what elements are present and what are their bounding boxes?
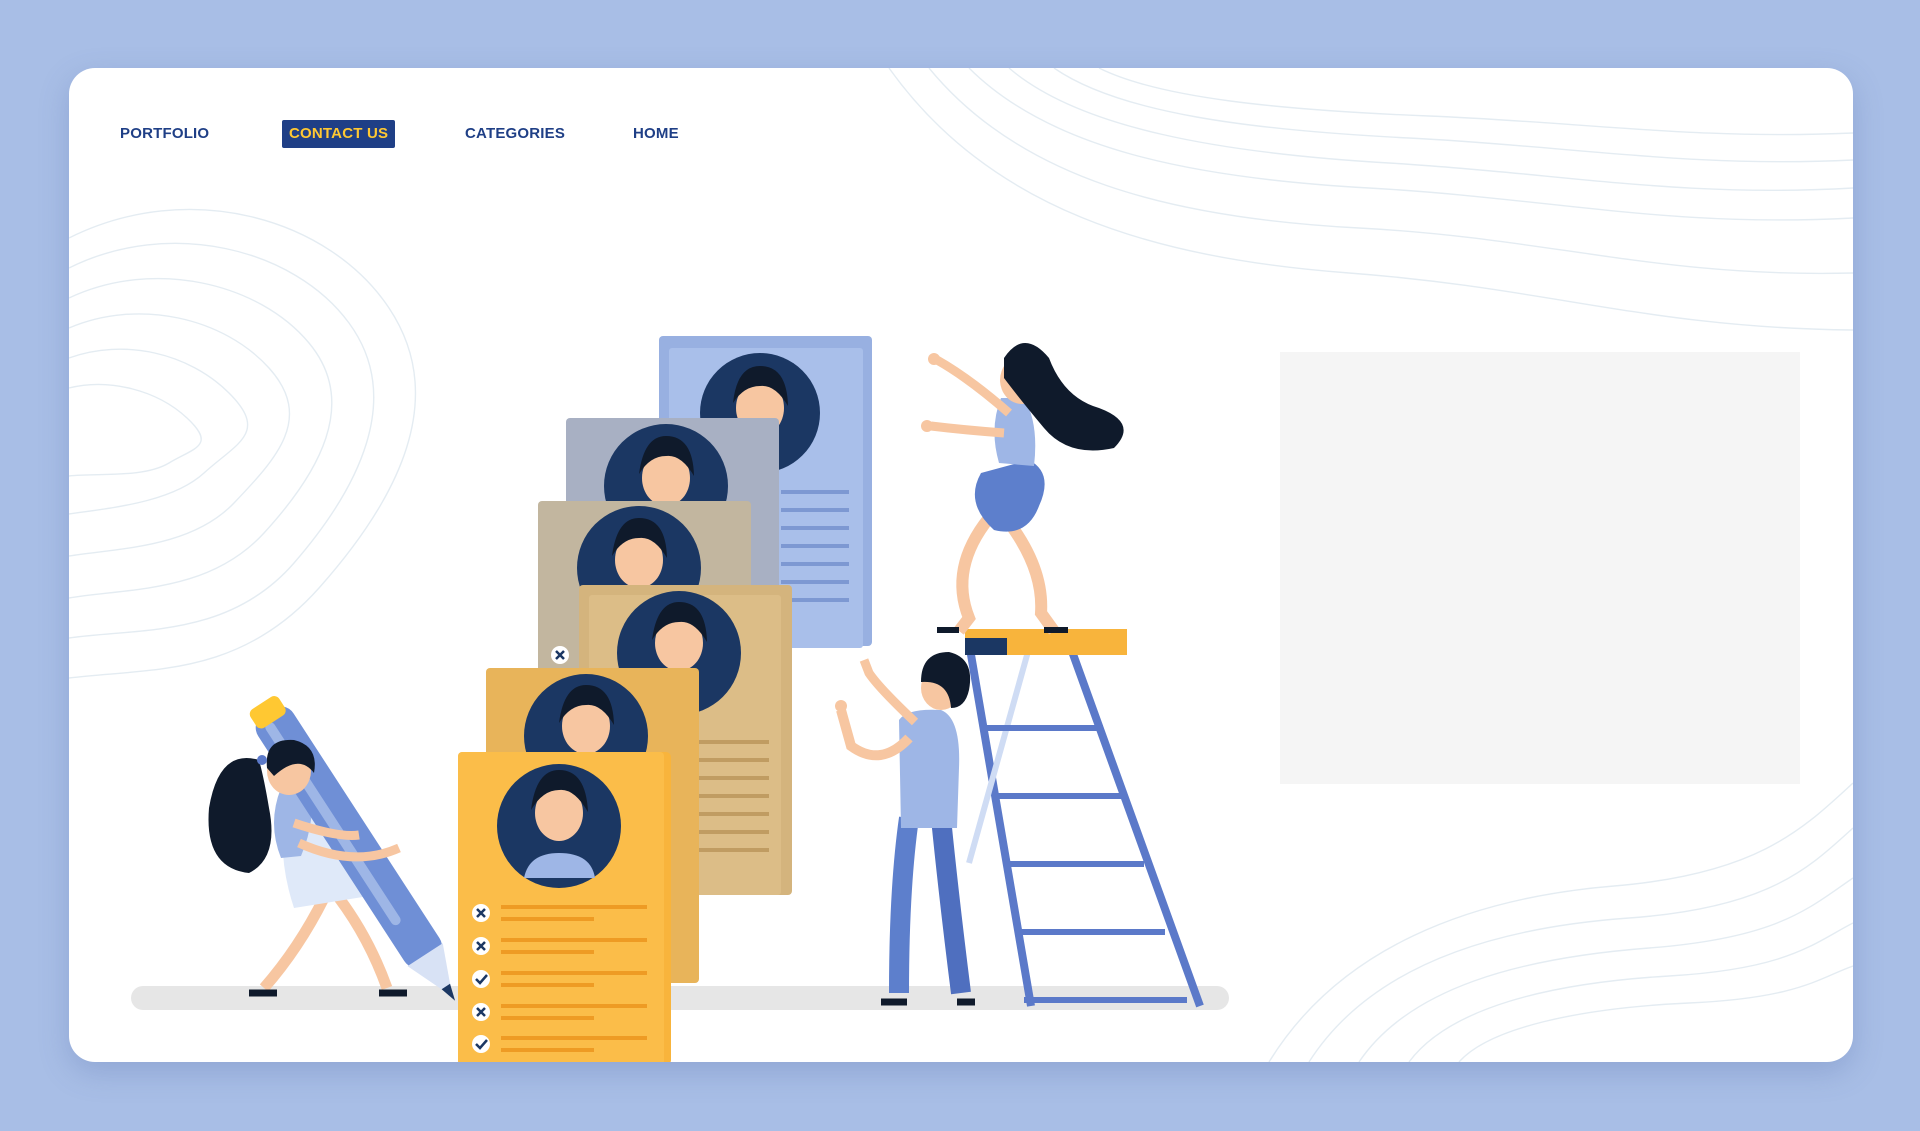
person-standing xyxy=(835,652,975,1006)
landing-page-card: PORTFOLIO CONTACT US CATEGORIES HOME xyxy=(69,68,1853,1062)
hero-illustration xyxy=(131,336,1229,1062)
top-navigation: PORTFOLIO CONTACT US CATEGORIES HOME xyxy=(69,68,1853,168)
content-placeholder xyxy=(1280,352,1800,784)
nav-link-home[interactable]: HOME xyxy=(633,120,679,148)
nav-link-portfolio[interactable]: PORTFOLIO xyxy=(120,120,209,148)
nav-link-categories[interactable]: CATEGORIES xyxy=(465,120,565,148)
check-icon xyxy=(472,970,490,988)
person-on-ladder xyxy=(921,343,1124,635)
nav-link-contact-us[interactable]: CONTACT US xyxy=(282,120,396,148)
person-with-pen xyxy=(208,696,456,1001)
check-icon xyxy=(472,1035,490,1053)
resume-card-icon-front xyxy=(458,752,671,1062)
ladder-icon xyxy=(965,629,1204,1008)
